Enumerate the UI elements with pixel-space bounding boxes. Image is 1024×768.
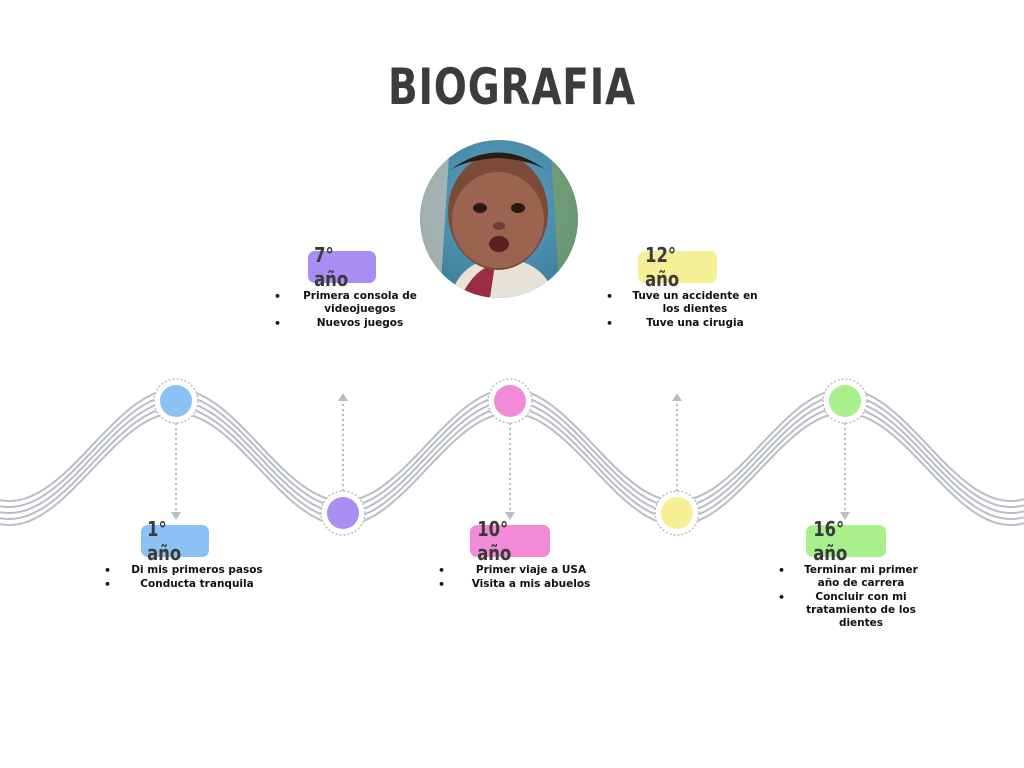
timeline-node <box>160 385 192 417</box>
arrow-up-icon <box>338 393 348 401</box>
list-item: Nuevos juegos <box>274 317 428 330</box>
timeline-node <box>661 497 693 529</box>
wave-line <box>0 411 1024 527</box>
milestone-list-7: Primera consola de videojuegos Nuevos ju… <box>274 290 428 331</box>
list-item: Visita a mis abuelos <box>438 578 606 591</box>
timeline-node <box>829 385 861 418</box>
list-item: Conducta tranquila <box>104 578 272 591</box>
milestone-badge-1: 1° año <box>141 517 209 565</box>
list-item: Di mis primeros pasos <box>104 564 272 577</box>
list-item: Tuve una cirugia <box>606 317 766 330</box>
milestone-badge-12: 12° año <box>638 243 717 291</box>
list-item: Primera consola de videojuegos <box>274 290 428 316</box>
milestone-list-16: Terminar mi primer año de carrera Conclu… <box>778 564 926 631</box>
milestone-badge-7: 7° año <box>308 243 376 291</box>
timeline-waves <box>0 378 1024 536</box>
arrow-up-icon <box>672 393 682 401</box>
wave-line <box>0 405 1024 521</box>
milestone-list-12: Tuve un accidente en los dientes Tuve un… <box>606 290 766 331</box>
milestone-badge-16: 16° año <box>806 517 886 565</box>
list-item: Terminar mi primer año de carrera <box>778 564 926 590</box>
milestone-list-10: Primer viaje a USA Visita a mis abuelos <box>438 564 606 592</box>
list-item: Primer viaje a USA <box>438 564 606 577</box>
list-item: Concluir con mi tratamiento de los dient… <box>778 591 926 630</box>
timeline-node <box>494 385 526 417</box>
list-item: Tuve un accidente en los dientes <box>606 290 766 316</box>
timeline-node <box>327 497 359 529</box>
milestone-list-1: Di mis primeros pasos Conducta tranquila <box>104 564 272 592</box>
milestone-badge-10: 10° año <box>470 517 550 565</box>
